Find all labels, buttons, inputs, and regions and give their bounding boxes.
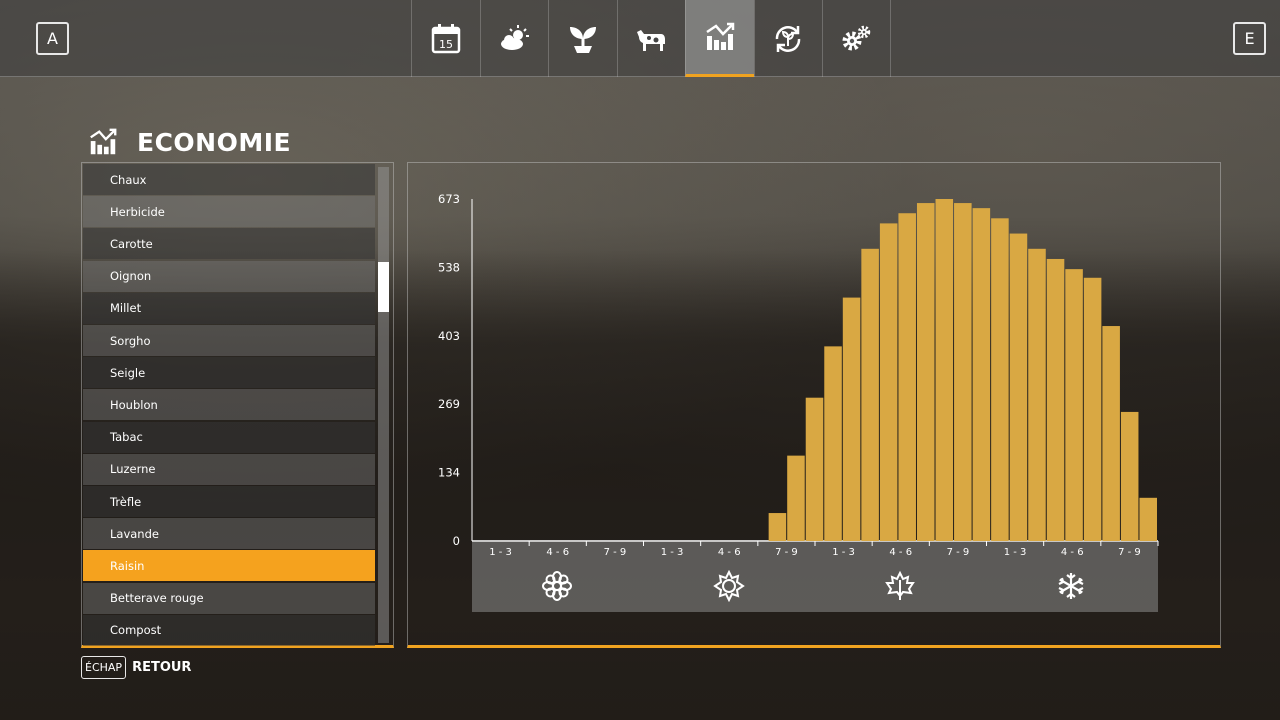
- prev-page-key[interactable]: A: [36, 22, 69, 55]
- x-tick-label: 7 - 9: [1118, 547, 1141, 558]
- tab-weather[interactable]: [479, 0, 549, 77]
- list-item[interactable]: Lavande: [83, 518, 375, 550]
- x-tick-label: 7 - 9: [775, 547, 798, 558]
- list-item[interactable]: Carotte: [83, 228, 375, 260]
- list-item[interactable]: Millet: [83, 292, 375, 324]
- x-tick-label: 7 - 9: [947, 547, 970, 558]
- calendar-icon: 15: [431, 23, 460, 53]
- price-bar: [954, 203, 972, 542]
- x-tick-label: 4 - 6: [546, 547, 569, 558]
- x-tick-label: 4 - 6: [889, 547, 912, 558]
- price-bar: [1139, 497, 1157, 541]
- svg-text:15: 15: [439, 38, 453, 51]
- animals-icon: [637, 29, 666, 51]
- list-item[interactable]: Sorgho: [83, 325, 375, 356]
- price-bar: [898, 213, 916, 541]
- price-bar: [842, 297, 861, 541]
- page-title-text: ECONOMIE: [137, 127, 292, 157]
- x-tick-label: 1 - 3: [661, 547, 684, 558]
- price-bar: [1083, 277, 1102, 541]
- tab-calendar[interactable]: 15: [411, 0, 480, 77]
- list-item[interactable]: Luzerne: [83, 453, 375, 485]
- menu-tabs: 15: [411, 0, 891, 77]
- footer-back[interactable]: ÉCHAP RETOUR: [81, 656, 191, 679]
- price-bar: [861, 248, 879, 541]
- price-bar: [1009, 233, 1028, 541]
- spring-flower-icon: [542, 571, 572, 601]
- list-item[interactable]: Compost: [83, 614, 375, 646]
- tab-economy[interactable]: [685, 0, 754, 77]
- y-tick-label: 403: [438, 329, 460, 343]
- y-tick-label: 134: [438, 466, 460, 480]
- list-item[interactable]: Raisin: [83, 550, 375, 582]
- x-tick-label: 1 - 3: [489, 547, 512, 558]
- list-item[interactable]: Tabac: [83, 421, 375, 453]
- price-bar: [879, 223, 898, 541]
- list-item[interactable]: Betterave rouge: [83, 582, 375, 614]
- economy-icon: [90, 128, 117, 155]
- page-title: ECONOMIE: [87, 124, 291, 160]
- tab-contracts[interactable]: [753, 0, 823, 77]
- price-bar: [1028, 248, 1046, 541]
- back-label[interactable]: RETOUR: [132, 660, 191, 675]
- y-tick-label: 269: [438, 397, 460, 411]
- tab-crops[interactable]: [548, 0, 617, 77]
- list-item[interactable]: Houblon: [83, 389, 375, 421]
- price-bar: [787, 455, 805, 541]
- price-bar: [805, 397, 824, 541]
- y-tick-label: 673: [438, 192, 460, 206]
- x-tick-label: 1 - 3: [832, 547, 855, 558]
- winter-snowflake-icon: [1058, 573, 1084, 599]
- price-chart-panel: 673 538 403 269 134 0 1 - 3 4 - 6 7 - 9 1 - 3 4 - …: [407, 162, 1221, 648]
- settings-icon: [842, 25, 871, 50]
- x-tick-label: 7 - 9: [604, 547, 627, 558]
- price-bar: [935, 199, 954, 541]
- tab-animals[interactable]: [616, 0, 686, 77]
- price-bar: [1120, 411, 1139, 541]
- list-item[interactable]: Trèfle: [83, 486, 375, 517]
- price-bar: [972, 208, 991, 541]
- contracts-icon: [776, 25, 801, 52]
- y-tick-label: 0: [453, 534, 460, 548]
- product-list: Chaux Herbicide Carotte Oignon Millet Sorgho S…: [81, 162, 394, 648]
- price-bar: [1102, 326, 1120, 541]
- economy-icon: [706, 22, 734, 50]
- summer-sun-icon: [713, 570, 745, 602]
- price-bar: [824, 346, 842, 541]
- y-tick-label: 538: [438, 260, 460, 274]
- list-item[interactable]: Seigle: [83, 357, 375, 389]
- list-item[interactable]: Herbicide: [83, 196, 375, 228]
- scrollbar-thumb[interactable]: [378, 262, 389, 312]
- top-navigation-bar: A 15 E: [0, 0, 1280, 77]
- list-item[interactable]: Chaux: [83, 164, 375, 195]
- crops-icon: [569, 26, 596, 53]
- list-scrollbar[interactable]: [378, 167, 389, 643]
- x-tick-label: 4 - 6: [718, 547, 741, 558]
- price-bar: [991, 218, 1009, 541]
- price-bar: [916, 203, 935, 542]
- price-bar: [1065, 269, 1083, 541]
- price-bar: [1046, 258, 1065, 541]
- price-chart: 673 538 403 269 134 0 1 - 3 4 - 6 7 - 9 1 - 3 4 - …: [438, 192, 1159, 558]
- weather-icon: [501, 24, 530, 50]
- autumn-leaf-icon: [885, 570, 915, 600]
- next-page-key[interactable]: E: [1233, 22, 1266, 55]
- x-tick-label: 4 - 6: [1061, 547, 1084, 558]
- list-item[interactable]: Oignon: [83, 260, 375, 292]
- tab-settings[interactable]: [822, 0, 891, 77]
- price-bar: [768, 513, 787, 541]
- escape-key[interactable]: ÉCHAP: [81, 656, 127, 679]
- x-tick-label: 1 - 3: [1004, 547, 1027, 558]
